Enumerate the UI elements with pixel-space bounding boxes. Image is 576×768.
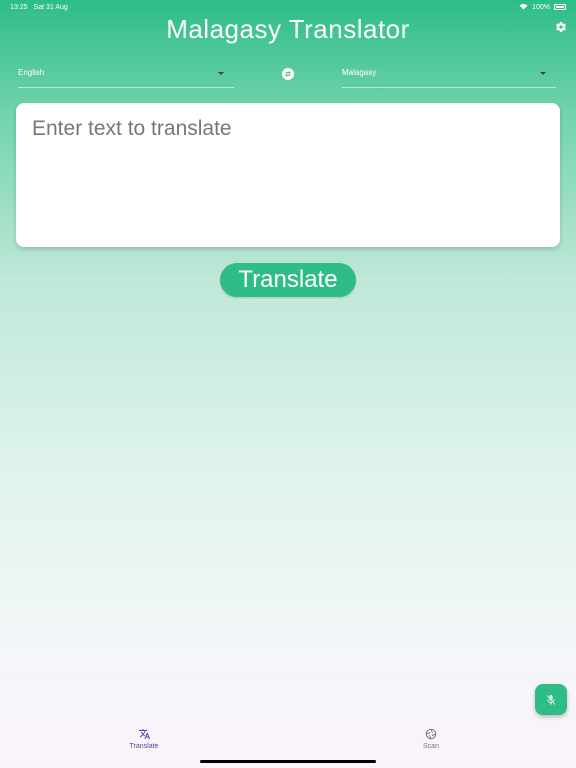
target-language-label: Malagasy	[342, 68, 377, 77]
chevron-down-icon	[540, 72, 546, 75]
nav-label-scan: Scan	[423, 743, 439, 750]
nav-label-translate: Translate	[129, 743, 159, 750]
app-title: Malagasy Translator	[166, 14, 410, 44]
camera-lens-icon	[425, 728, 437, 740]
chevron-down-icon	[218, 72, 224, 75]
status-time: 13:25	[10, 3, 28, 11]
status-bar: 13:25 Sat 31 Aug 100%	[0, 0, 576, 14]
swap-icon	[284, 71, 292, 77]
input-card	[16, 103, 560, 247]
battery-icon	[554, 4, 566, 10]
status-right: 100%	[519, 3, 566, 12]
settings-button[interactable]	[554, 20, 568, 34]
source-language-dropdown[interactable]: English	[18, 62, 234, 88]
swap-languages-button[interactable]	[282, 68, 294, 80]
target-language-dropdown[interactable]: Malagasy	[342, 62, 556, 88]
status-left: 13:25 Sat 31 Aug	[10, 4, 68, 11]
gear-icon	[556, 22, 566, 33]
mic-off-icon	[546, 694, 556, 705]
source-language-label: English	[18, 68, 45, 77]
translate-button[interactable]: Translate	[220, 263, 356, 297]
status-date: Sat 31 Aug	[33, 3, 68, 11]
translate-icon	[138, 729, 150, 739]
wifi-icon	[519, 3, 528, 12]
nav-item-scan[interactable]: Scan	[401, 728, 461, 750]
home-indicator	[200, 760, 376, 763]
translate-input[interactable]	[16, 103, 560, 247]
battery-percent: 100%	[532, 3, 550, 11]
microphone-button[interactable]	[535, 684, 567, 715]
nav-item-translate[interactable]: Translate	[114, 728, 174, 750]
